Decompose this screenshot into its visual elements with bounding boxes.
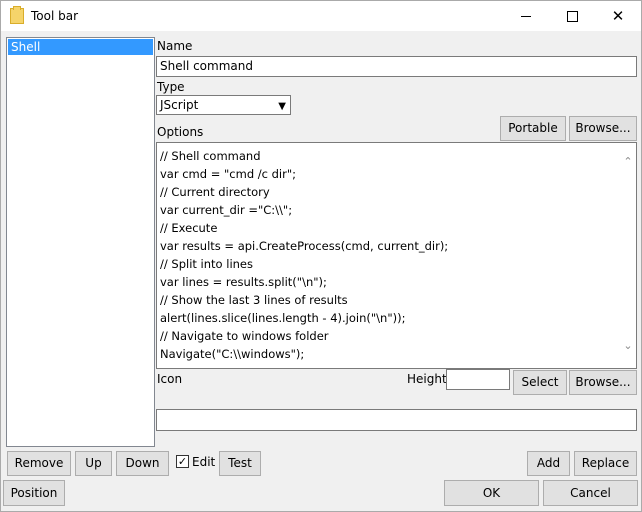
- code-line: alert(lines.slice(lines.length - 4).join…: [160, 311, 406, 325]
- height-label: Height: [407, 372, 447, 386]
- code-line: // Execute: [160, 221, 218, 235]
- code-line: var lines = results.split("\n");: [160, 275, 327, 289]
- ok-button[interactable]: OK: [444, 480, 539, 506]
- height-input[interactable]: [446, 369, 510, 390]
- minimize-icon: [521, 16, 531, 17]
- edit-label: Edit: [192, 455, 216, 469]
- type-label: Type: [157, 80, 185, 94]
- code-line: // Show the last 3 lines of results: [160, 293, 348, 307]
- minimize-button[interactable]: [503, 1, 549, 31]
- name-label: Name: [157, 39, 193, 53]
- code-line: var current_dir ="C:\\";: [160, 203, 293, 217]
- icon-label: Icon: [157, 372, 183, 386]
- name-input[interactable]: Shell command: [156, 56, 637, 77]
- icon-browse-button[interactable]: Browse...: [569, 370, 637, 395]
- code-lines: // Shell command var cmd = "cmd /c dir"; /…: [160, 147, 615, 363]
- code-line: var results = api.CreateProcess(cmd, cur…: [160, 239, 449, 253]
- toolbar-item-list[interactable]: Shell: [6, 37, 155, 447]
- toolbar-dialog: Tool bar ✕ Shell Name Shell command Type…: [0, 0, 642, 512]
- edit-checkbox[interactable]: ✓: [176, 455, 189, 468]
- scroll-down-icon[interactable]: ⌄: [622, 339, 634, 352]
- position-button[interactable]: Position: [3, 480, 65, 506]
- maximize-icon: [567, 11, 578, 22]
- remove-button[interactable]: Remove: [7, 451, 71, 476]
- icon-path-input[interactable]: [156, 409, 637, 431]
- options-label: Options: [157, 125, 204, 139]
- type-select-value: JScript: [160, 98, 199, 112]
- cancel-button[interactable]: Cancel: [543, 480, 638, 506]
- code-line: // Current directory: [160, 185, 270, 199]
- replace-button[interactable]: Replace: [574, 451, 637, 476]
- browse-button[interactable]: Browse...: [569, 116, 637, 141]
- title-bar: Tool bar ✕: [1, 1, 641, 31]
- code-line: Navigate("C:\\windows");: [160, 347, 305, 361]
- up-button[interactable]: Up: [75, 451, 112, 476]
- code-line: // Split into lines: [160, 257, 253, 271]
- close-button[interactable]: ✕: [595, 1, 641, 31]
- chevron-down-icon: ▼: [278, 101, 286, 112]
- folder-icon: [10, 6, 24, 24]
- options-code-editor[interactable]: // Shell command var cmd = "cmd /c dir"; /…: [156, 142, 637, 369]
- select-icon-button[interactable]: Select: [513, 370, 567, 395]
- add-button[interactable]: Add: [527, 451, 570, 476]
- close-icon: ✕: [611, 7, 625, 25]
- window-title: Tool bar: [31, 9, 79, 23]
- down-button[interactable]: Down: [116, 451, 169, 476]
- code-line: var cmd = "cmd /c dir";: [160, 167, 297, 181]
- code-line: // Navigate to windows folder: [160, 329, 329, 343]
- type-select[interactable]: JScript ▼: [156, 95, 291, 115]
- list-item[interactable]: Shell: [8, 39, 153, 55]
- maximize-button[interactable]: [549, 1, 595, 31]
- portable-button[interactable]: Portable: [500, 116, 566, 141]
- test-button[interactable]: Test: [219, 451, 261, 476]
- code-line: // Shell command: [160, 149, 261, 163]
- scroll-up-icon[interactable]: ⌃: [622, 155, 634, 168]
